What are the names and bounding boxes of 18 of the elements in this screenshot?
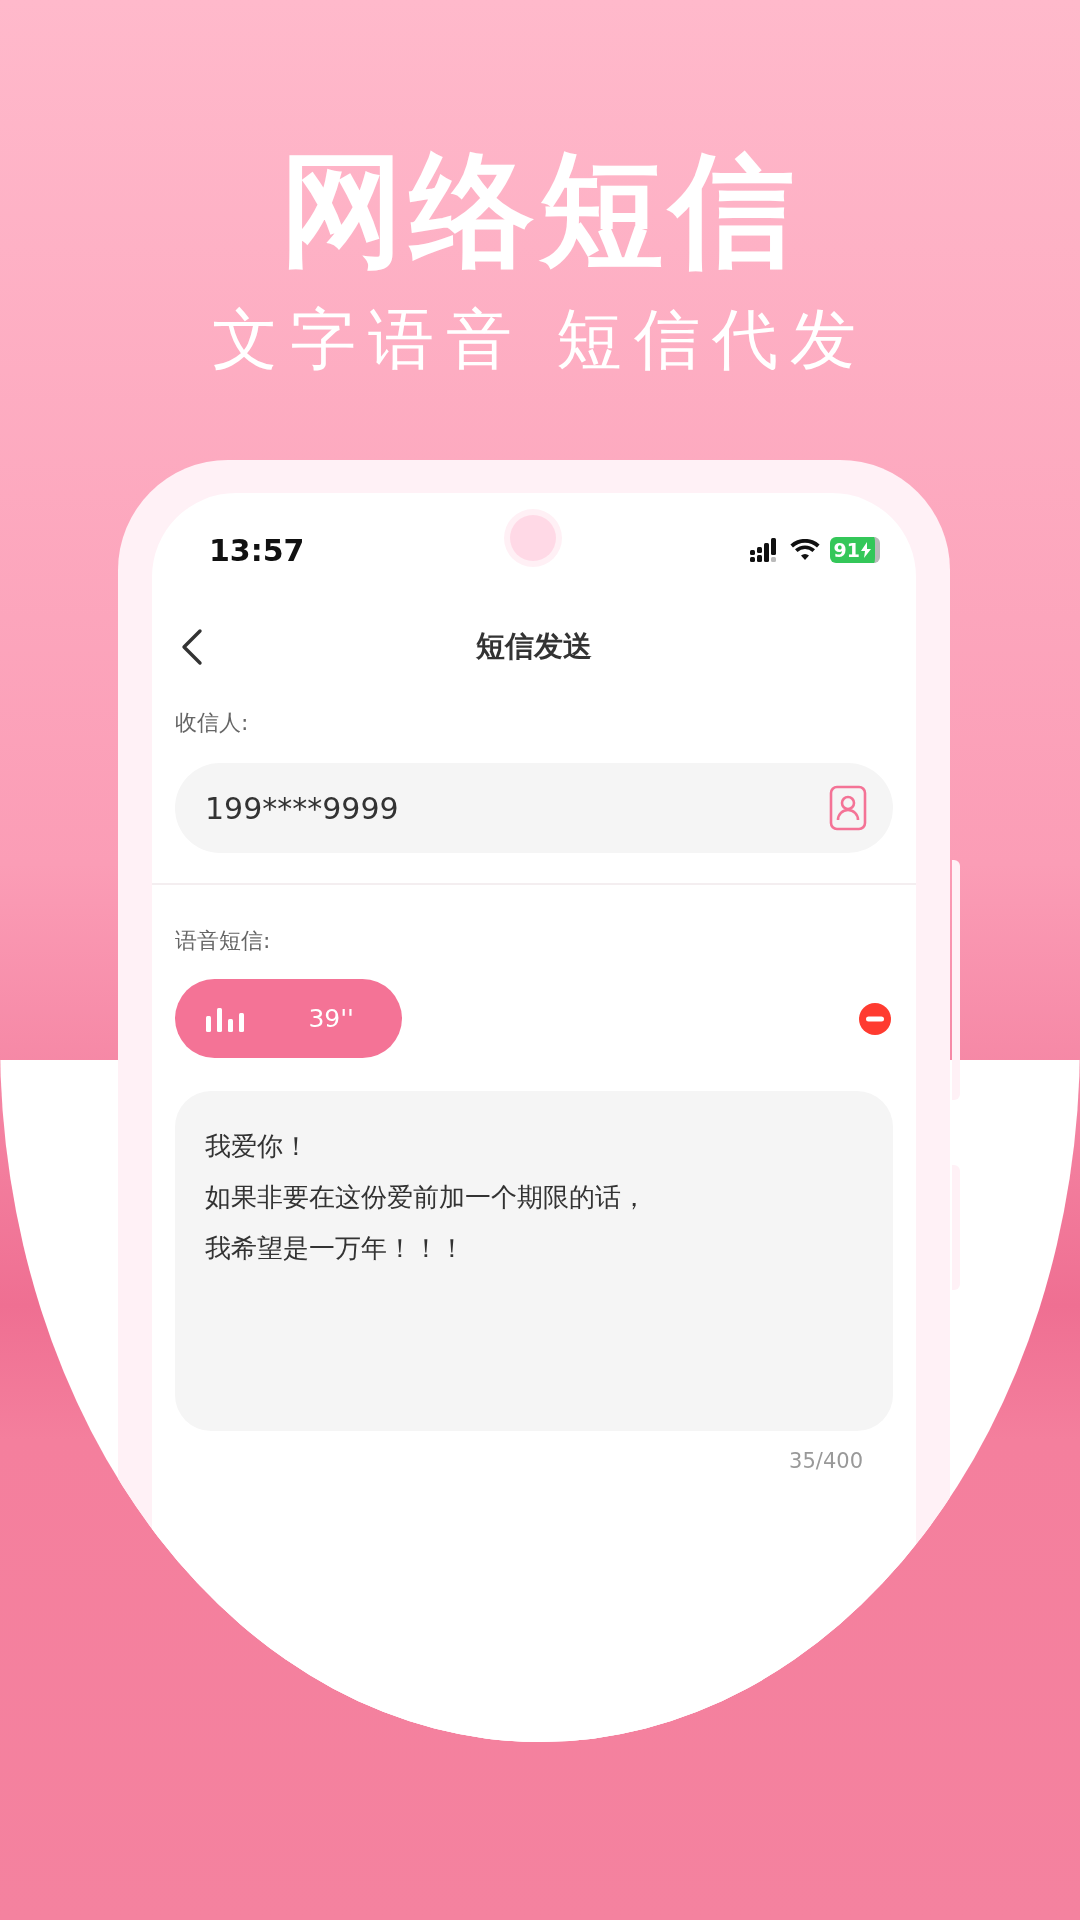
message-line: 我希望是一万年！！！ (205, 1232, 465, 1265)
field-label: 收信人: (175, 709, 250, 737)
headline: 网络短信 (280, 140, 800, 280)
page-title: 短信发送 (476, 628, 592, 665)
battery-indicator: 91 (829, 537, 880, 563)
field-label: 语音短信: (175, 927, 272, 955)
message-line: 如果非要在这份爱前加一个期限的话， (205, 1181, 647, 1214)
contact-icon[interactable] (827, 785, 867, 831)
sound-bars-icon (206, 1005, 246, 1032)
message-text-area[interactable]: 我爱你！ 如果非要在这份爱前加一个期限的话， 我希望是一万年！！！ (175, 1091, 893, 1431)
wifi-icon (789, 539, 820, 561)
status-time: 13:57 (209, 532, 305, 568)
message-line: 我爱你！ (205, 1130, 309, 1163)
phone-number-field[interactable]: 199****9999 (175, 763, 893, 853)
character-counter: 35/400 (789, 1449, 863, 1473)
back-icon[interactable] (180, 628, 204, 666)
remove-icon[interactable] (859, 1002, 891, 1035)
subheadline: 文字语音 短信代发 (211, 300, 869, 380)
